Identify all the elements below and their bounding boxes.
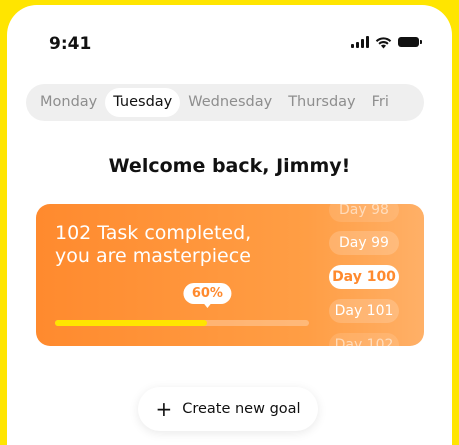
tab-wednesday[interactable]: Wednesday — [180, 88, 280, 117]
progress-bar-fill — [55, 320, 208, 326]
progress-percent-badge: 60% — [183, 283, 231, 308]
wifi-icon — [375, 36, 392, 48]
battery-icon — [398, 37, 422, 47]
status-time: 9:41 — [49, 34, 92, 54]
day-tabs: Monday Tuesday Wednesday Thursday Fri — [26, 84, 424, 121]
day-pill-day-101[interactable]: Day 101 — [329, 299, 399, 323]
signal-icon — [351, 36, 369, 48]
plus-icon: + — [155, 397, 173, 421]
day-picker-list: Day 98 Day 99 Day 100 Day 101 Day 102 — [326, 204, 416, 346]
day-pill-day-99[interactable]: Day 99 — [329, 231, 399, 255]
day-pill-day-102[interactable]: Day 102 — [329, 333, 399, 346]
day-pill-day-98[interactable]: Day 98 — [329, 204, 399, 222]
tab-fri[interactable]: Fri — [364, 88, 397, 117]
card-title-line1: 102 Task completed, — [55, 222, 252, 244]
status-icons — [351, 33, 422, 51]
welcome-heading: Welcome back, Jimmy! — [108, 155, 351, 177]
card-title: 102 Task completed, you are masterpiece — [55, 222, 251, 268]
progress-card: 102 Task completed, you are masterpiece … — [36, 204, 424, 346]
day-pill-day-100[interactable]: Day 100 — [329, 265, 399, 289]
card-title-line2: you are masterpiece — [55, 245, 251, 267]
day-tabs-list: Monday Tuesday Wednesday Thursday Fri — [32, 88, 397, 117]
create-goal-button[interactable]: + Create new goal — [138, 387, 318, 431]
progress-bar — [55, 320, 309, 326]
create-goal-label: Create new goal — [182, 401, 301, 417]
phone-screen: 9:41 Monday Tuesday Wednesday Thursday Fri W… — [7, 5, 452, 445]
tab-thursday[interactable]: Thursday — [280, 88, 363, 117]
tab-monday[interactable]: Monday — [32, 88, 105, 117]
tab-tuesday[interactable]: Tuesday — [105, 88, 181, 117]
